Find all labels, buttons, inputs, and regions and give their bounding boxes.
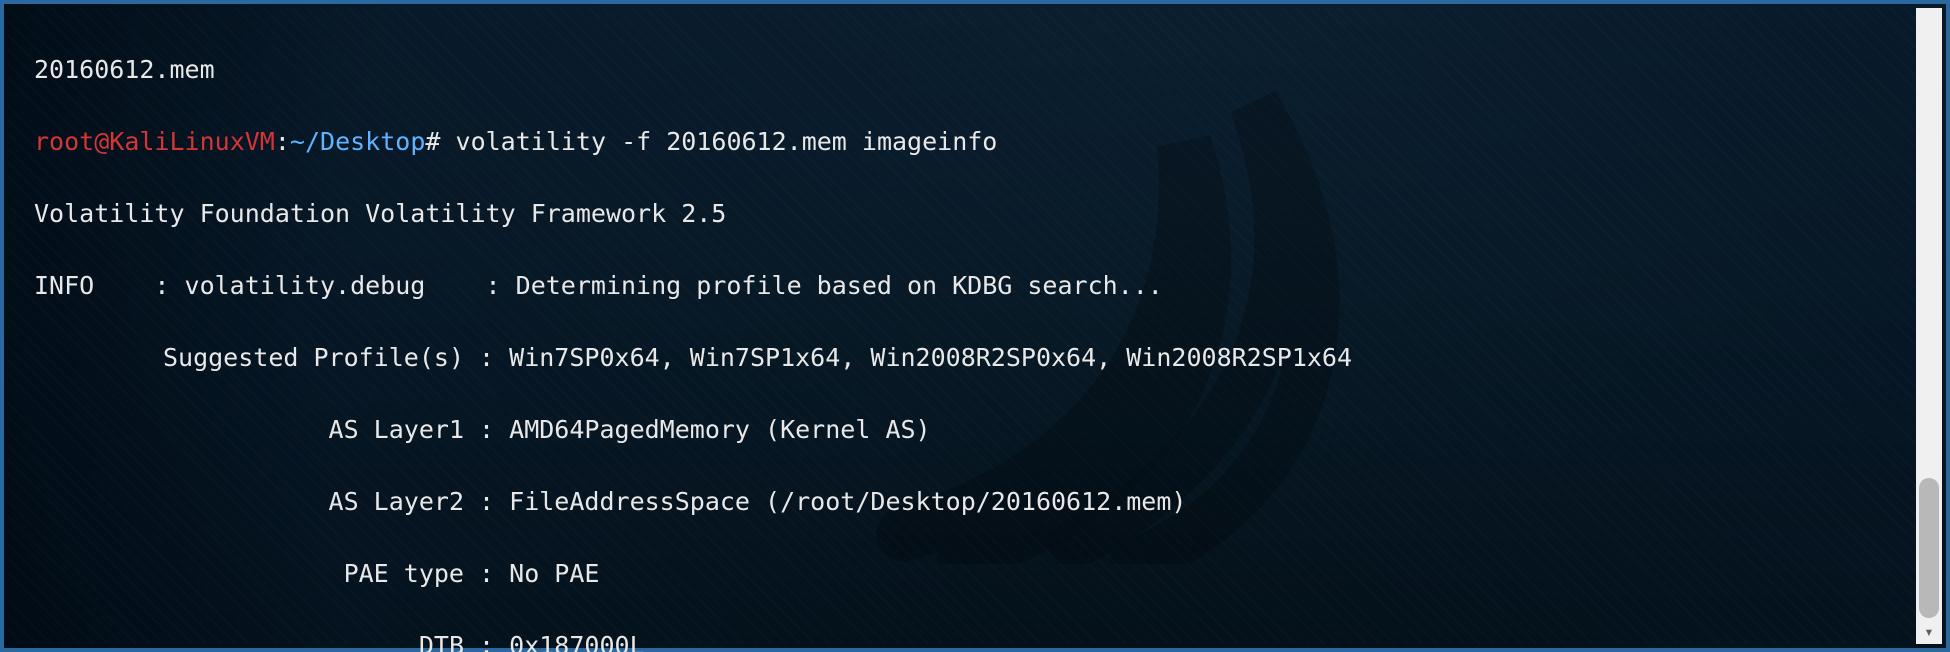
scrollbar-thumb[interactable] [1919, 478, 1939, 618]
field-value: FileAddressSpace (/root/Desktop/20160612… [509, 487, 1186, 516]
field-value: AMD64PagedMemory (Kernel AS) [509, 415, 930, 444]
scrollbar-down-arrow[interactable]: ▾ [1916, 620, 1942, 644]
prompt-line-1: root@KaliLinuxVM:~/Desktop# volatility -… [34, 124, 1906, 160]
field-value: Win7SP0x64, Win7SP1x64, Win2008R2SP0x64,… [509, 343, 1352, 372]
field-label: Suggested Profile(s) [34, 340, 464, 376]
field-value: No PAE [509, 559, 599, 588]
imageinfo-field: Suggested Profile(s) : Win7SP0x64, Win7S… [34, 340, 1906, 376]
field-label: PAE type [34, 556, 464, 592]
volatility-banner: Volatility Foundation Volatility Framewo… [34, 196, 1906, 232]
imageinfo-field: AS Layer1 : AMD64PagedMemory (Kernel AS) [34, 412, 1906, 448]
command-text: volatility -f 20160612.mem imageinfo [456, 127, 998, 156]
prompt-path: ~/Desktop [290, 127, 425, 156]
previous-output-fragment: 20160612.mem [34, 52, 1906, 88]
imageinfo-field: PAE type : No PAE [34, 556, 1906, 592]
field-label: DTB [34, 628, 464, 652]
field-value: 0x187000L [509, 631, 644, 652]
field-label: AS Layer2 [34, 484, 464, 520]
prompt-host: KaliLinuxVM [109, 127, 275, 156]
imageinfo-field: DTB : 0x187000L [34, 628, 1906, 652]
prompt-user: root [34, 127, 94, 156]
info-line: INFO : volatility.debug : Determining pr… [34, 268, 1906, 304]
field-label: AS Layer1 [34, 412, 464, 448]
terminal-window: 20160612.mem root@KaliLinuxVM:~/Desktop#… [0, 0, 1950, 652]
scrollbar[interactable]: ▾ [1916, 8, 1942, 644]
imageinfo-field: AS Layer2 : FileAddressSpace (/root/Desk… [34, 484, 1906, 520]
terminal-output[interactable]: 20160612.mem root@KaliLinuxVM:~/Desktop#… [34, 16, 1906, 652]
